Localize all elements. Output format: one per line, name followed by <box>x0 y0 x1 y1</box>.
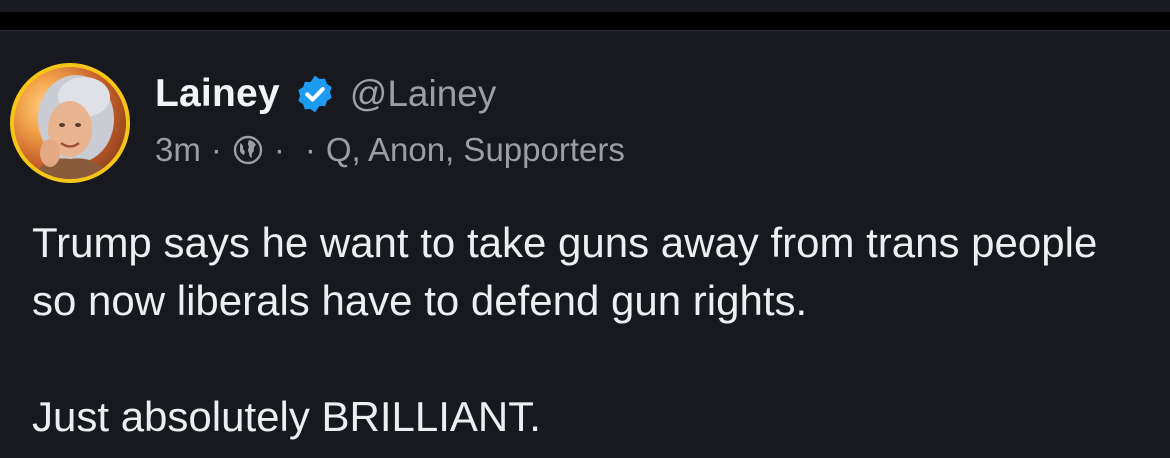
post-audience[interactable]: Q, Anon, Supporters <box>326 131 625 169</box>
post-card[interactable]: Lainey @Lainey 3m · · · Q, Anon, Support… <box>0 30 1170 458</box>
post-timestamp[interactable]: 3m <box>155 131 201 169</box>
post-separator <box>0 12 1170 30</box>
verified-badge-icon <box>294 73 336 115</box>
post-body: Trump says he want to take guns away fro… <box>32 214 1142 446</box>
previous-post-edge <box>0 0 1170 12</box>
post-meta: 3m · · · Q, Anon, Supporters <box>155 129 625 171</box>
post-text-paragraph: Trump says he want to take guns away fro… <box>32 219 1098 324</box>
avatar[interactable] <box>10 63 130 183</box>
post-text-paragraph: Just absolutely BRILLIANT. <box>32 393 541 440</box>
globe-icon <box>232 134 264 166</box>
meta-separator: · <box>273 131 285 168</box>
meta-separator: · <box>304 131 316 168</box>
avatar-portrait-image <box>32 75 114 179</box>
author-display-name[interactable]: Lainey <box>155 72 280 116</box>
post-header: Lainey @Lainey <box>155 69 496 119</box>
author-handle[interactable]: @Lainey <box>350 73 497 115</box>
meta-separator: · <box>210 131 222 168</box>
